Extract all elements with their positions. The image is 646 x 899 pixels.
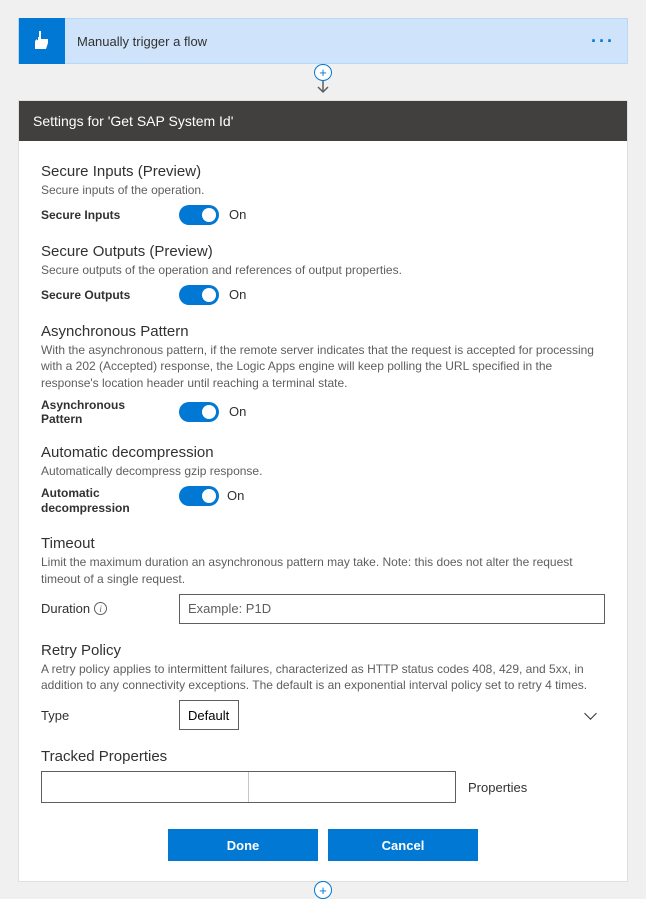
settings-header: Settings for 'Get SAP System Id' (19, 101, 627, 141)
secure-inputs-state: On (229, 207, 246, 222)
secure-inputs-title: Secure Inputs (Preview) (41, 163, 605, 180)
async-pattern-toggle-label: Asynchronous Pattern (41, 398, 169, 426)
add-step-button-top[interactable]: + (314, 64, 332, 81)
tracked-property-key-input[interactable] (42, 772, 249, 802)
secure-inputs-section: Secure Inputs (Preview) Secure inputs of… (41, 163, 605, 225)
timeout-section: Timeout Limit the maximum duration an as… (41, 535, 605, 624)
auto-decompress-label-line2: decompression (41, 501, 169, 517)
trigger-icon (19, 18, 65, 64)
settings-body: Secure Inputs (Preview) Secure inputs of… (19, 141, 627, 881)
add-step-button-bottom[interactable]: + (314, 881, 332, 899)
async-pattern-section: Asynchronous Pattern With the asynchrono… (41, 323, 605, 426)
connector-top: + (18, 64, 628, 100)
tracked-property-inputs (41, 771, 456, 803)
done-button[interactable]: Done (168, 829, 318, 861)
trigger-card[interactable]: Manually trigger a flow ··· (18, 18, 628, 64)
auto-decompress-toggle[interactable] (179, 486, 219, 506)
connector-bottom: + (18, 881, 628, 899)
auto-decompress-state: On (227, 488, 244, 503)
auto-decompress-desc: Automatically decompress gzip response. (41, 463, 605, 480)
timeout-desc: Limit the maximum duration an asynchrono… (41, 554, 605, 588)
settings-card: Settings for 'Get SAP System Id' Secure … (18, 100, 628, 882)
info-icon[interactable]: i (94, 602, 107, 615)
retry-policy-select[interactable]: Default (179, 700, 239, 730)
async-pattern-state: On (229, 404, 246, 419)
tracked-properties-label: Properties (468, 780, 527, 795)
arrow-down-icon (316, 79, 330, 100)
trigger-title: Manually trigger a flow (65, 34, 591, 49)
secure-outputs-desc: Secure outputs of the operation and refe… (41, 262, 605, 279)
auto-decompress-title: Automatic decompression (41, 444, 605, 461)
timeout-duration-input[interactable] (179, 594, 605, 624)
secure-outputs-section: Secure Outputs (Preview) Secure outputs … (41, 243, 605, 305)
async-pattern-title: Asynchronous Pattern (41, 323, 605, 340)
auto-decompress-section: Automatic decompression Automatically de… (41, 444, 605, 517)
secure-inputs-toggle-label: Secure Inputs (41, 208, 169, 222)
tracked-property-value-input[interactable] (249, 772, 455, 802)
timeout-label-text: Duration (41, 601, 90, 616)
retry-policy-title: Retry Policy (41, 642, 605, 659)
retry-policy-type-label: Type (41, 708, 169, 723)
timeout-title: Timeout (41, 535, 605, 552)
auto-decompress-toggle-label: Automatic decompression (41, 486, 169, 517)
retry-policy-section: Retry Policy A retry policy applies to i… (41, 642, 605, 731)
secure-outputs-state: On (229, 287, 246, 302)
secure-inputs-desc: Secure inputs of the operation. (41, 182, 605, 199)
tracked-properties-section: Tracked Properties Properties (41, 748, 605, 803)
retry-policy-desc: A retry policy applies to intermittent f… (41, 661, 605, 695)
timeout-label: Duration i (41, 601, 169, 616)
cancel-button[interactable]: Cancel (328, 829, 478, 861)
auto-decompress-label-line1: Automatic (41, 486, 169, 502)
async-pattern-toggle[interactable] (179, 402, 219, 422)
async-pattern-desc: With the asynchronous pattern, if the re… (41, 342, 605, 392)
button-row: Done Cancel (41, 829, 605, 861)
secure-inputs-toggle[interactable] (179, 205, 219, 225)
tracked-properties-title: Tracked Properties (41, 748, 605, 765)
secure-outputs-toggle[interactable] (179, 285, 219, 305)
secure-outputs-title: Secure Outputs (Preview) (41, 243, 605, 260)
retry-policy-select-wrap[interactable]: Default (179, 700, 605, 730)
trigger-menu-icon[interactable]: ··· (591, 31, 615, 52)
secure-outputs-toggle-label: Secure Outputs (41, 288, 169, 302)
